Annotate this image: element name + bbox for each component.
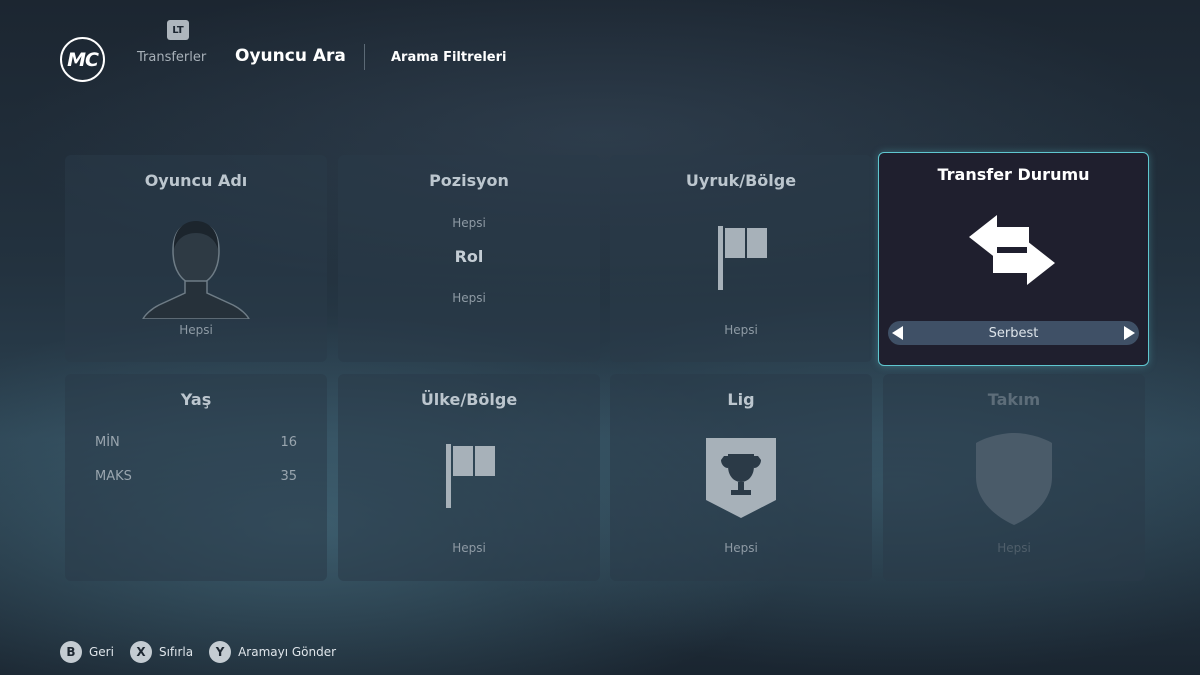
career-mode-logo: MC — [60, 37, 105, 82]
age-min-label: MİN — [95, 435, 120, 450]
y-button-icon: Y — [209, 641, 232, 663]
back-label: Geri — [89, 645, 114, 659]
back-hint[interactable]: B Geri — [60, 641, 114, 663]
player-silhouette-icon — [142, 221, 250, 319]
submit-search-label: Aramayı Gönder — [238, 645, 337, 659]
filter-tile-league[interactable]: Lig Hepsi — [610, 374, 872, 581]
lt-trigger-badge: LT — [167, 20, 189, 40]
tile-title: Transfer Durumu — [937, 165, 1090, 184]
transfer-arrows-icon — [969, 215, 1055, 285]
b-button-icon: B — [60, 641, 82, 663]
filter-tile-team: Takım Hepsi — [883, 374, 1145, 581]
position-option-above: Hepsi — [452, 216, 486, 230]
filter-tile-player-name[interactable]: Oyuncu Adı Hepsi — [65, 155, 327, 362]
transfer-status-selector[interactable]: Serbest — [888, 321, 1139, 345]
tile-value: Hepsi — [452, 541, 486, 555]
crest-icon — [976, 433, 1052, 525]
filter-tile-age[interactable]: Yaş MİN 16 MAKS 35 — [65, 374, 327, 581]
position-option-below: Hepsi — [452, 291, 486, 305]
logo-text: MC — [67, 48, 99, 71]
tile-title: Oyuncu Adı — [144, 171, 248, 190]
previous-option-arrow-icon[interactable] — [892, 326, 903, 340]
tile-value: Hepsi — [724, 541, 758, 555]
age-min-value: 16 — [280, 435, 297, 450]
age-max-value: 35 — [280, 469, 297, 484]
age-max-row[interactable]: MAKS 35 — [95, 469, 297, 484]
transfer-status-value: Serbest — [988, 325, 1039, 341]
top-header: MC LT Transferler Oyuncu Ara Arama Filtr… — [0, 0, 1200, 110]
filter-tile-country[interactable]: Ülke/Bölge Hepsi — [338, 374, 600, 581]
search-filters-heading: Arama Filtreleri — [391, 50, 507, 65]
flag-icon — [718, 226, 767, 290]
filter-tile-nationality[interactable]: Uyruk/Bölge Hepsi — [610, 155, 872, 362]
filter-tile-transfer-status[interactable]: Transfer Durumu Serbest — [878, 152, 1149, 366]
page-title: Oyuncu Ara — [235, 46, 346, 66]
flag-icon — [446, 444, 495, 508]
age-min-row[interactable]: MİN 16 — [95, 435, 297, 450]
tile-title: Ülke/Bölge — [420, 390, 518, 409]
trophy-icon — [706, 438, 776, 518]
tile-value: Hepsi — [179, 323, 213, 337]
reset-hint[interactable]: X Sıfırla — [129, 641, 194, 663]
x-button-icon: X — [129, 641, 152, 663]
position-option-selected: Rol — [454, 247, 484, 266]
filter-tile-position[interactable]: Pozisyon Hepsi Rol Hepsi — [338, 155, 600, 362]
tile-title: Lig — [727, 390, 755, 409]
tile-title: Takım — [987, 390, 1041, 409]
age-max-label: MAKS — [95, 469, 132, 484]
tile-value: Hepsi — [997, 541, 1031, 555]
next-option-arrow-icon[interactable] — [1124, 326, 1135, 340]
tile-title: Pozisyon — [429, 171, 509, 190]
button-hints-bar: B Geri X Sıfırla Y Aramayı Gönder — [60, 640, 352, 664]
breadcrumb-transfers[interactable]: Transferler — [137, 50, 206, 65]
tile-value: Hepsi — [724, 323, 758, 337]
reset-label: Sıfırla — [158, 645, 194, 659]
submit-search-hint[interactable]: Y Aramayı Gönder — [209, 641, 336, 663]
tile-title: Uyruk/Bölge — [685, 171, 797, 190]
tile-title: Yaş — [180, 390, 212, 409]
breadcrumb-divider — [364, 44, 365, 70]
